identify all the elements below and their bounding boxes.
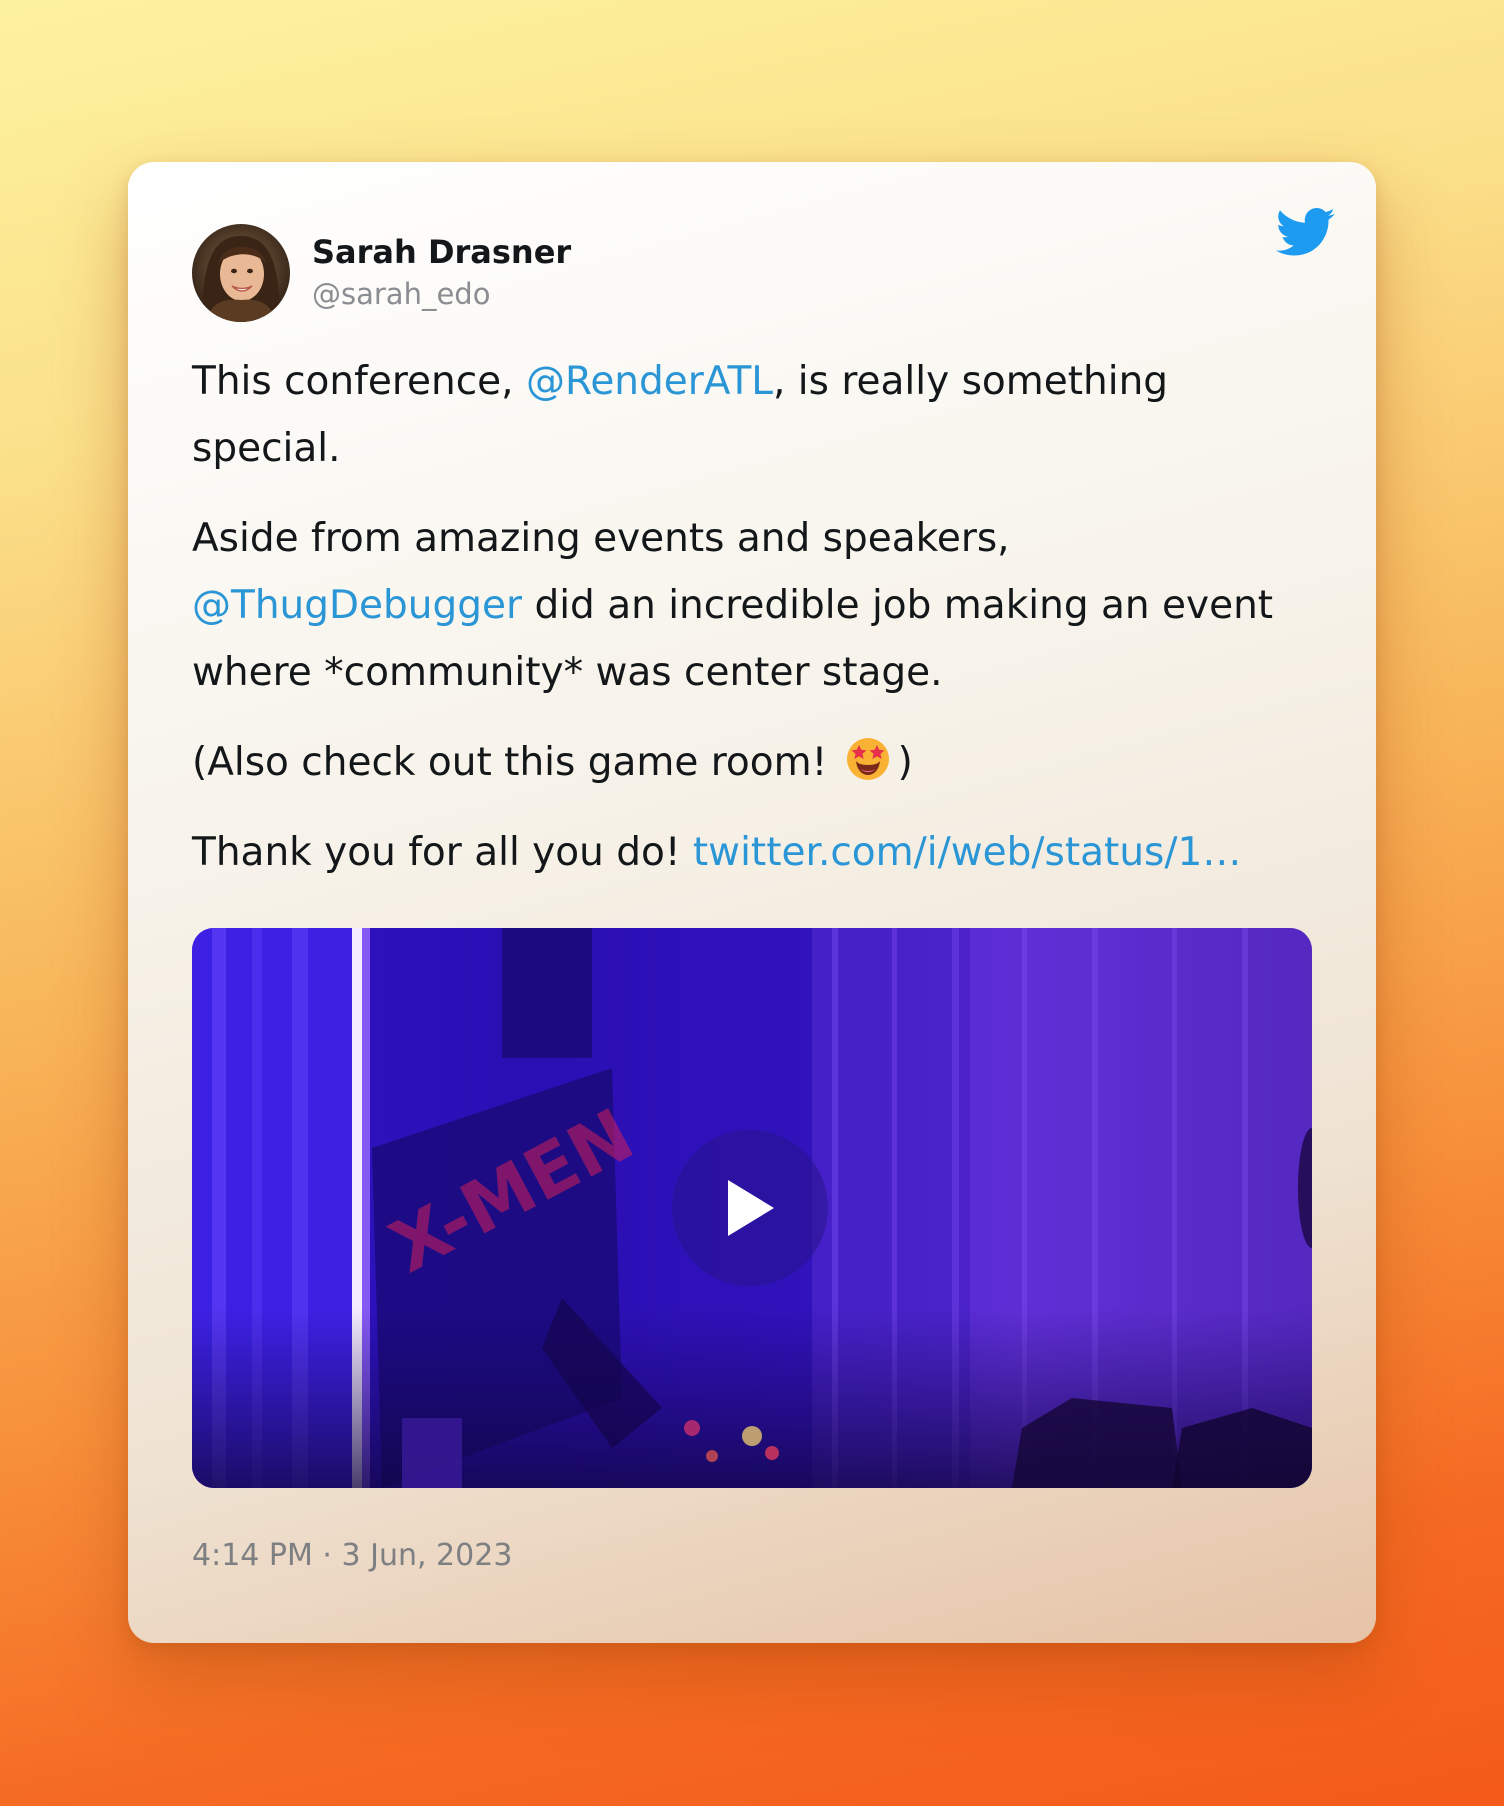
mention-thugdebugger-link[interactable]: @ThugDebugger: [192, 583, 522, 628]
tweet-header: Sarah Drasner @sarah_edo: [192, 224, 571, 322]
video-thumbnail[interactable]: X-MEN: [192, 928, 1312, 1488]
author-display-name[interactable]: Sarah Drasner: [312, 231, 571, 273]
text-segment: (Also check out this game room!: [192, 740, 840, 785]
text-segment: Aside from amazing events and speakers,: [192, 516, 1010, 561]
star-struck-emoji-icon: [846, 738, 889, 780]
text-segment: Thank you for all you do!: [192, 830, 693, 875]
play-button[interactable]: [672, 1130, 828, 1286]
author-names: Sarah Drasner @sarah_edo: [312, 231, 571, 315]
tweet-card: Sarah Drasner @sarah_edo This conference…: [128, 162, 1376, 1643]
tweet-paragraph-1: This conference, @RenderATL, is really s…: [192, 348, 1322, 482]
tweet-paragraph-4: Thank you for all you do! twitter.com/i/…: [192, 819, 1322, 886]
tweet-text: This conference, @RenderATL, is really s…: [192, 348, 1322, 909]
tweet-paragraph-2: Aside from amazing events and speakers, …: [192, 505, 1322, 706]
tweet-timestamp[interactable]: 4:14 PM · 3 Jun, 2023: [192, 1536, 512, 1576]
mention-renderatl-link[interactable]: @RenderATL: [526, 359, 773, 404]
text-segment: This conference,: [192, 359, 526, 404]
twitter-bird-icon[interactable]: [1276, 208, 1336, 258]
author-handle[interactable]: @sarah_edo: [312, 273, 571, 315]
tweet-paragraph-3: (Also check out this game room! ): [192, 729, 1322, 796]
play-icon: [728, 1180, 774, 1236]
avatar[interactable]: [192, 224, 290, 322]
text-segment: ): [897, 740, 913, 785]
tweet-status-link[interactable]: twitter.com/i/web/status/1…: [693, 830, 1241, 875]
